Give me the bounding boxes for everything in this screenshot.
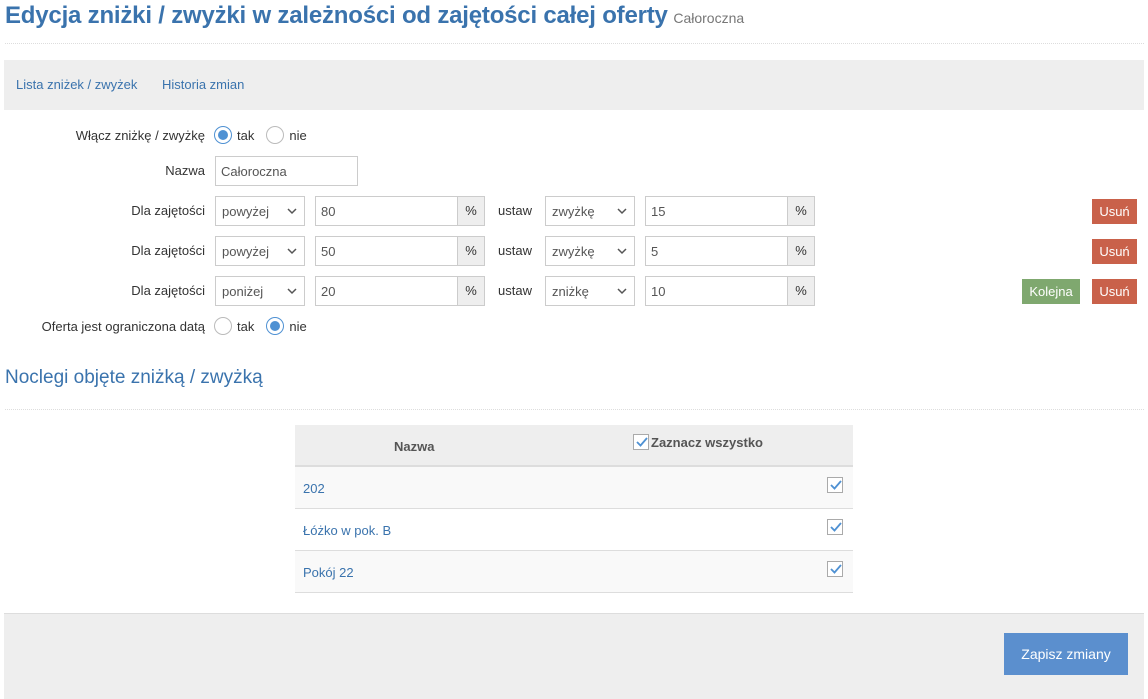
row-checkbox-wrap: [827, 561, 843, 580]
lodging-name-link[interactable]: 202: [303, 481, 325, 496]
percent-addon: %: [457, 236, 485, 266]
tab-change-history[interactable]: Historia zmian: [162, 77, 244, 92]
table-row: Pokój 22: [295, 551, 853, 593]
enable-yes-label: tak: [237, 127, 255, 143]
tab-discount-list[interactable]: Lista zniżek / zwyżek: [16, 77, 137, 92]
occupancy-input[interactable]: [315, 236, 458, 266]
occupancy-input[interactable]: [315, 276, 458, 306]
chevron-down-icon: [617, 248, 627, 255]
row-checkbox[interactable]: [827, 519, 843, 535]
table-row: Łóżko w pok. B: [295, 509, 853, 551]
chevron-down-icon: [287, 288, 297, 295]
occupancy-label: Dla zajętości: [131, 283, 205, 298]
occupancy-input[interactable]: [315, 196, 458, 226]
type-value: zwyżkę: [552, 244, 595, 259]
percent-addon: %: [787, 236, 815, 266]
row-checkbox[interactable]: [827, 477, 843, 493]
add-next-rule-button[interactable]: Kolejna: [1022, 279, 1080, 304]
divider: [5, 409, 1144, 410]
amount-input[interactable]: [645, 276, 788, 306]
page-subtitle: Całoroczna: [673, 10, 745, 26]
condition-select[interactable]: powyżej: [215, 196, 305, 226]
chevron-down-icon: [287, 248, 297, 255]
date-limited-yes-label: tak: [237, 318, 255, 334]
lodging-name-link[interactable]: Pokój 22: [303, 565, 354, 580]
condition-value: powyżej: [222, 244, 269, 259]
chevron-down-icon: [617, 208, 627, 215]
condition-select[interactable]: poniżej: [215, 276, 305, 306]
type-value: zniżkę: [552, 284, 589, 299]
check-icon: [830, 480, 842, 490]
percent-addon: %: [787, 196, 815, 226]
row-checkbox[interactable]: [827, 561, 843, 577]
remove-rule-button[interactable]: Usuń: [1092, 199, 1137, 224]
remove-rule-button[interactable]: Usuń: [1092, 239, 1137, 264]
lodging-table: Nazwa Zaznacz wszystko 202 Łóżko w pok. B…: [295, 425, 853, 593]
set-label: ustaw: [498, 243, 532, 258]
enable-label: Włącz zniżkę / zwyżkę: [75, 128, 205, 143]
condition-value: poniżej: [222, 284, 264, 299]
condition-value: powyżej: [222, 204, 269, 219]
occupancy-label: Dla zajętości: [131, 243, 205, 258]
date-limited-label: Oferta jest ograniczona datą: [41, 319, 205, 334]
set-label: ustaw: [498, 283, 532, 298]
amount-input[interactable]: [645, 236, 788, 266]
select-all-label: Zaznacz wszystko: [651, 434, 763, 450]
check-icon: [830, 564, 842, 574]
check-icon: [830, 522, 842, 532]
chevron-down-icon: [617, 288, 627, 295]
row-checkbox-wrap: [827, 477, 843, 496]
table-header: Nazwa Zaznacz wszystko: [295, 425, 853, 467]
enable-no-label: nie: [289, 127, 307, 143]
table-row: 202: [295, 467, 853, 509]
type-select[interactable]: zwyżkę: [545, 236, 635, 266]
chevron-down-icon: [287, 208, 297, 215]
enable-radio-group: tak nie: [214, 126, 319, 144]
enable-yes-radio[interactable]: [214, 126, 232, 144]
name-input[interactable]: [215, 156, 358, 186]
page-header: Edycja zniżki / zwyżki w zależności od z…: [5, 2, 744, 30]
occupancy-label: Dla zajętości: [131, 203, 205, 218]
row-checkbox-wrap: [827, 519, 843, 538]
percent-addon: %: [457, 276, 485, 306]
type-select[interactable]: zwyżkę: [545, 196, 635, 226]
date-limited-radio-group: tak nie: [214, 317, 319, 335]
divider: [5, 43, 1144, 44]
amount-input[interactable]: [645, 196, 788, 226]
tab-bar: Lista zniżek / zwyżek Historia zmian: [4, 60, 1144, 110]
set-label: ustaw: [498, 203, 532, 218]
percent-addon: %: [787, 276, 815, 306]
enable-no-radio[interactable]: [266, 126, 285, 144]
date-limited-yes-radio[interactable]: [214, 317, 232, 335]
type-select[interactable]: zniżkę: [545, 276, 635, 306]
column-header-name: Nazwa: [394, 439, 435, 454]
save-changes-button[interactable]: Zapisz zmiany: [1004, 633, 1128, 675]
section-title: Noclegi objęte zniżką / zwyżką: [5, 367, 263, 388]
select-all[interactable]: Zaznacz wszystko: [633, 434, 763, 450]
lodging-name-link[interactable]: Łóżko w pok. B: [303, 523, 391, 538]
select-all-checkbox[interactable]: [633, 434, 649, 450]
type-value: zwyżkę: [552, 204, 595, 219]
condition-select[interactable]: powyżej: [215, 236, 305, 266]
remove-rule-button[interactable]: Usuń: [1092, 279, 1137, 304]
percent-addon: %: [457, 196, 485, 226]
footer-bar: Zapisz zmiany: [4, 613, 1144, 699]
check-icon: [636, 437, 648, 447]
name-label: Nazwa: [165, 163, 205, 178]
date-limited-no-radio[interactable]: [266, 317, 285, 335]
page-title: Edycja zniżki / zwyżki w zależności od z…: [5, 2, 668, 29]
date-limited-no-label: nie: [289, 318, 307, 334]
